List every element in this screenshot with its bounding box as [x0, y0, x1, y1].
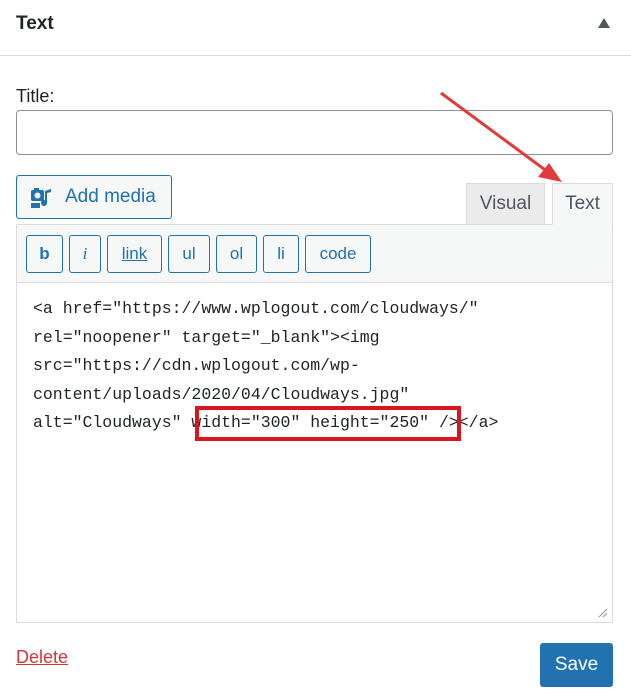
code-line: src="https://cdn.wplogout.com/wp-	[33, 356, 360, 375]
add-media-label: Add media	[65, 186, 156, 207]
title-label: Title:	[16, 86, 55, 106]
add-media-icon	[29, 184, 55, 210]
quicktag-code-button[interactable]: code	[305, 235, 371, 273]
widget-header[interactable]: Text	[0, 0, 631, 56]
quicktag-link-button[interactable]: link	[107, 235, 162, 273]
quicktags-toolbar: b i link ul ol li code	[17, 225, 612, 283]
tab-visual[interactable]: Visual	[466, 183, 545, 225]
collapse-up-icon[interactable]	[597, 17, 611, 29]
quicktag-ol-button[interactable]: ol	[216, 235, 257, 273]
resize-handle-icon[interactable]	[598, 608, 608, 618]
tab-text[interactable]: Text	[552, 183, 613, 225]
title-input[interactable]	[16, 110, 613, 155]
widget-title: Text	[16, 13, 54, 34]
code-line: rel="noopener" target="_blank"><img	[33, 327, 380, 347]
quicktag-bold-button[interactable]: b	[26, 235, 63, 273]
code-line: <a href="https://www.wplogout.com/cloudw…	[33, 299, 479, 318]
highlight-box	[195, 406, 461, 441]
code-line: content/uploads/2020/04/Cloudways.jpg"	[33, 384, 410, 404]
add-media-button[interactable]: Add media	[16, 175, 172, 219]
quicktag-ul-button[interactable]: ul	[168, 235, 210, 273]
quicktag-italic-button[interactable]: i	[69, 235, 101, 273]
quicktag-li-button[interactable]: li	[263, 235, 299, 273]
save-button[interactable]: Save	[540, 643, 613, 687]
delete-link[interactable]: Delete	[16, 647, 68, 668]
